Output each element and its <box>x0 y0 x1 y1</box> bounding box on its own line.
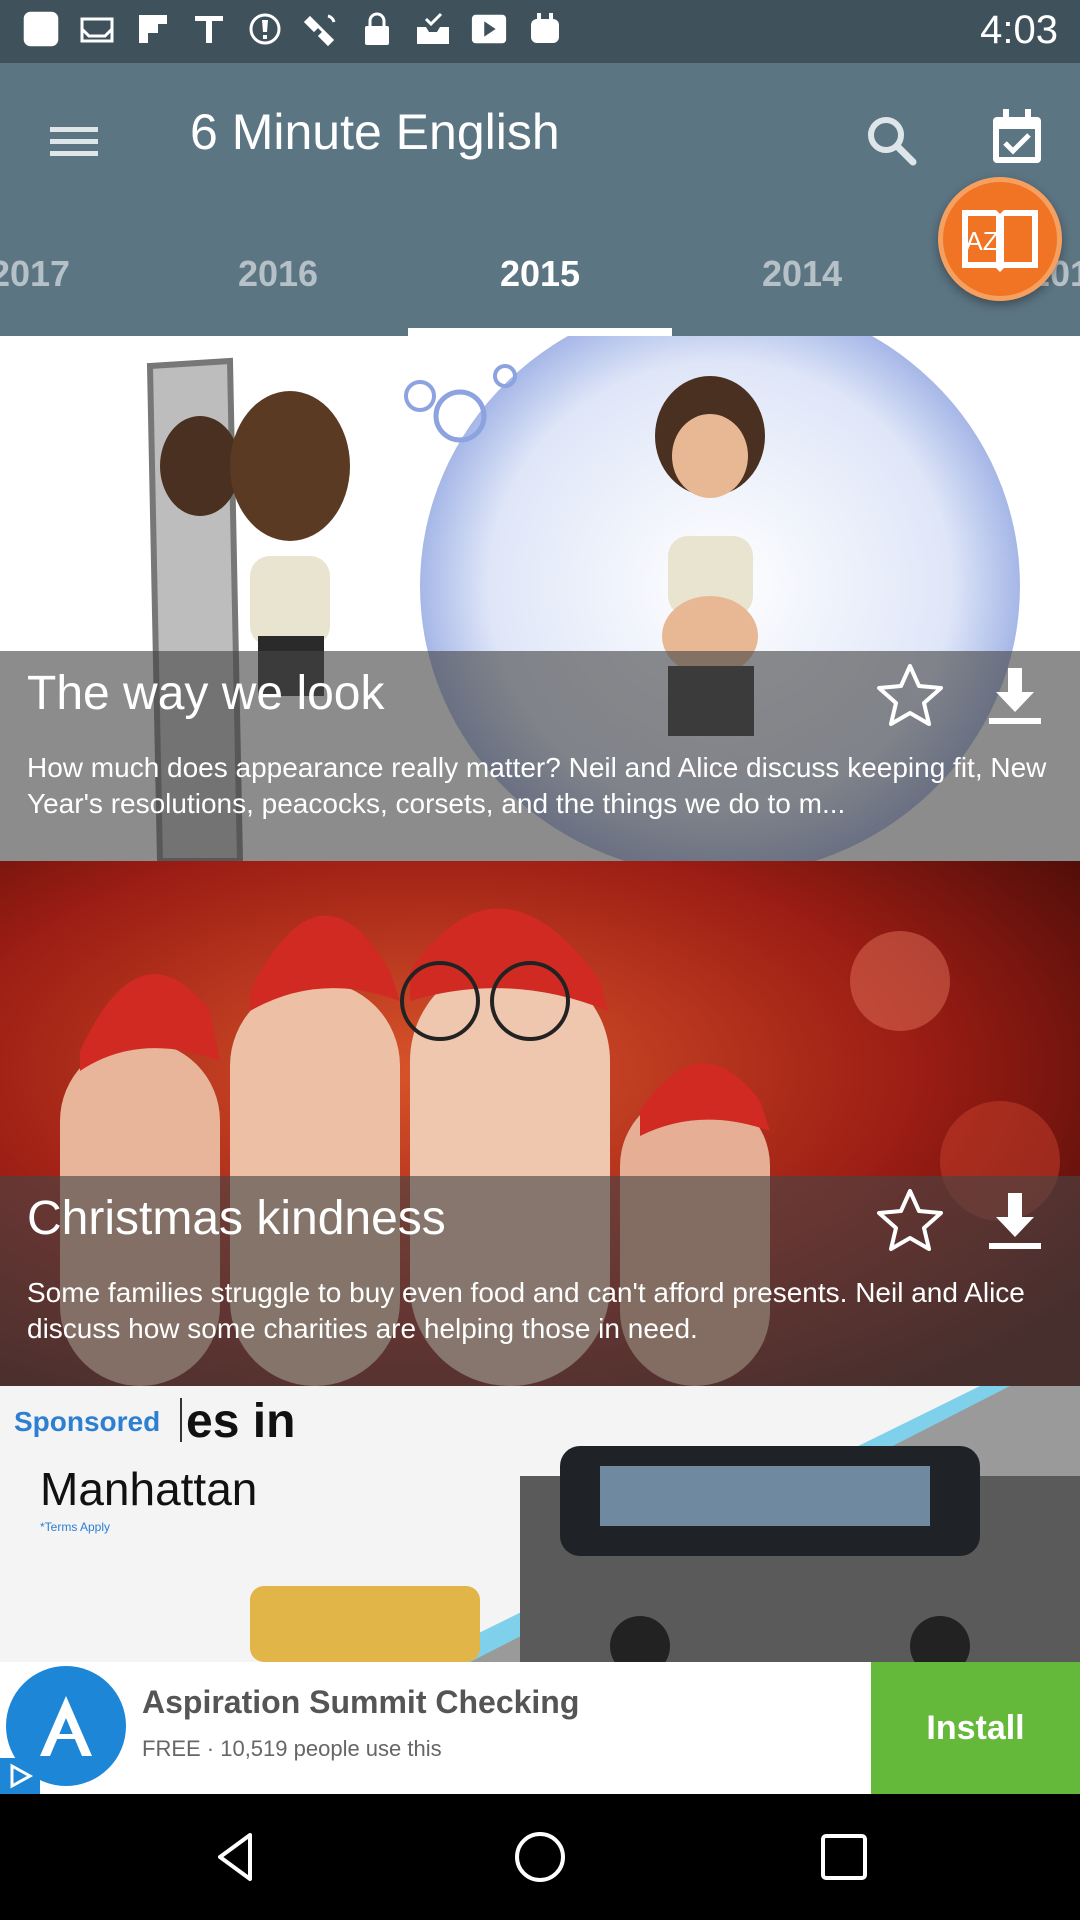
az-book-icon: AZ <box>962 210 1038 272</box>
ad-install-bar[interactable]: Aspiration Summit Checking FREE · 10,519… <box>0 1662 1080 1794</box>
star-icon[interactable] <box>870 656 950 736</box>
status-bar: 4:03 <box>0 0 1080 63</box>
episode-title[interactable]: The way we look <box>27 666 385 721</box>
back-icon[interactable] <box>206 1827 266 1887</box>
app-title: 6 Minute English <box>190 104 560 160</box>
app-bar: 6 Minute English 2017 2016 2015 2014 201… <box>0 63 1080 336</box>
inbox-check-icon <box>414 10 452 48</box>
ad-app-name: Aspiration Summit Checking <box>142 1684 580 1720</box>
episode-description: How much does appearance really matter? … <box>27 752 1047 819</box>
robot-icon <box>526 10 564 48</box>
ad-banner[interactable]: Sponsored es in Manhattan *Terms Apply <box>0 1386 1080 1662</box>
tab-indicator <box>408 328 672 336</box>
ad-image <box>0 1386 1080 1662</box>
navigation-bar <box>0 1794 1080 1920</box>
tab-2014[interactable]: 2014 <box>672 253 932 295</box>
calendar-check-icon[interactable] <box>985 105 1049 169</box>
recents-icon[interactable] <box>814 1827 874 1887</box>
search-icon[interactable] <box>860 109 924 173</box>
episode-card[interactable]: Christmas kindness Some families struggl… <box>0 861 1080 1386</box>
tab-2017[interactable]: 2017 <box>0 253 160 295</box>
download-icon[interactable] <box>975 1181 1055 1261</box>
mute-icon <box>246 10 284 48</box>
episode-description: Some families struggle to buy even food … <box>27 1277 1025 1344</box>
sponsored-label: Sponsored <box>14 1406 161 1437</box>
ad-headline-city: Manhattan <box>40 1463 258 1515</box>
satellite-icon <box>302 10 340 48</box>
tab-2015[interactable]: 2015 <box>410 253 670 295</box>
az-index-button[interactable]: AZ <box>938 177 1062 301</box>
ad-app-subtitle: FREE · 10,519 people use this <box>142 1736 442 1761</box>
email-icon <box>78 10 116 48</box>
lock-icon <box>358 10 396 48</box>
year-tabs: 2017 2016 2015 2014 2013 <box>0 213 1080 336</box>
divider <box>180 1398 182 1442</box>
ad-terms: *Terms Apply <box>40 1520 111 1534</box>
tab-2016[interactable]: 2016 <box>148 253 408 295</box>
status-time: 4:03 <box>980 8 1058 52</box>
download-icon[interactable] <box>975 656 1055 736</box>
text-icon <box>190 10 228 48</box>
adchoices-icon[interactable] <box>0 1758 40 1794</box>
episode-card[interactable]: The way we look How much does appearance… <box>0 336 1080 861</box>
notification-icons <box>22 10 564 48</box>
app-square-icon <box>22 10 60 48</box>
ad-headline: es in <box>186 1395 296 1448</box>
flipboard-icon <box>134 10 172 48</box>
video-play-icon <box>470 10 508 48</box>
home-icon[interactable] <box>510 1827 570 1887</box>
install-button[interactable]: Install <box>871 1662 1080 1794</box>
svg-text:AZ: AZ <box>965 226 998 256</box>
star-icon[interactable] <box>870 1181 950 1261</box>
episode-title[interactable]: Christmas kindness <box>27 1191 446 1246</box>
menu-icon[interactable] <box>44 111 104 171</box>
